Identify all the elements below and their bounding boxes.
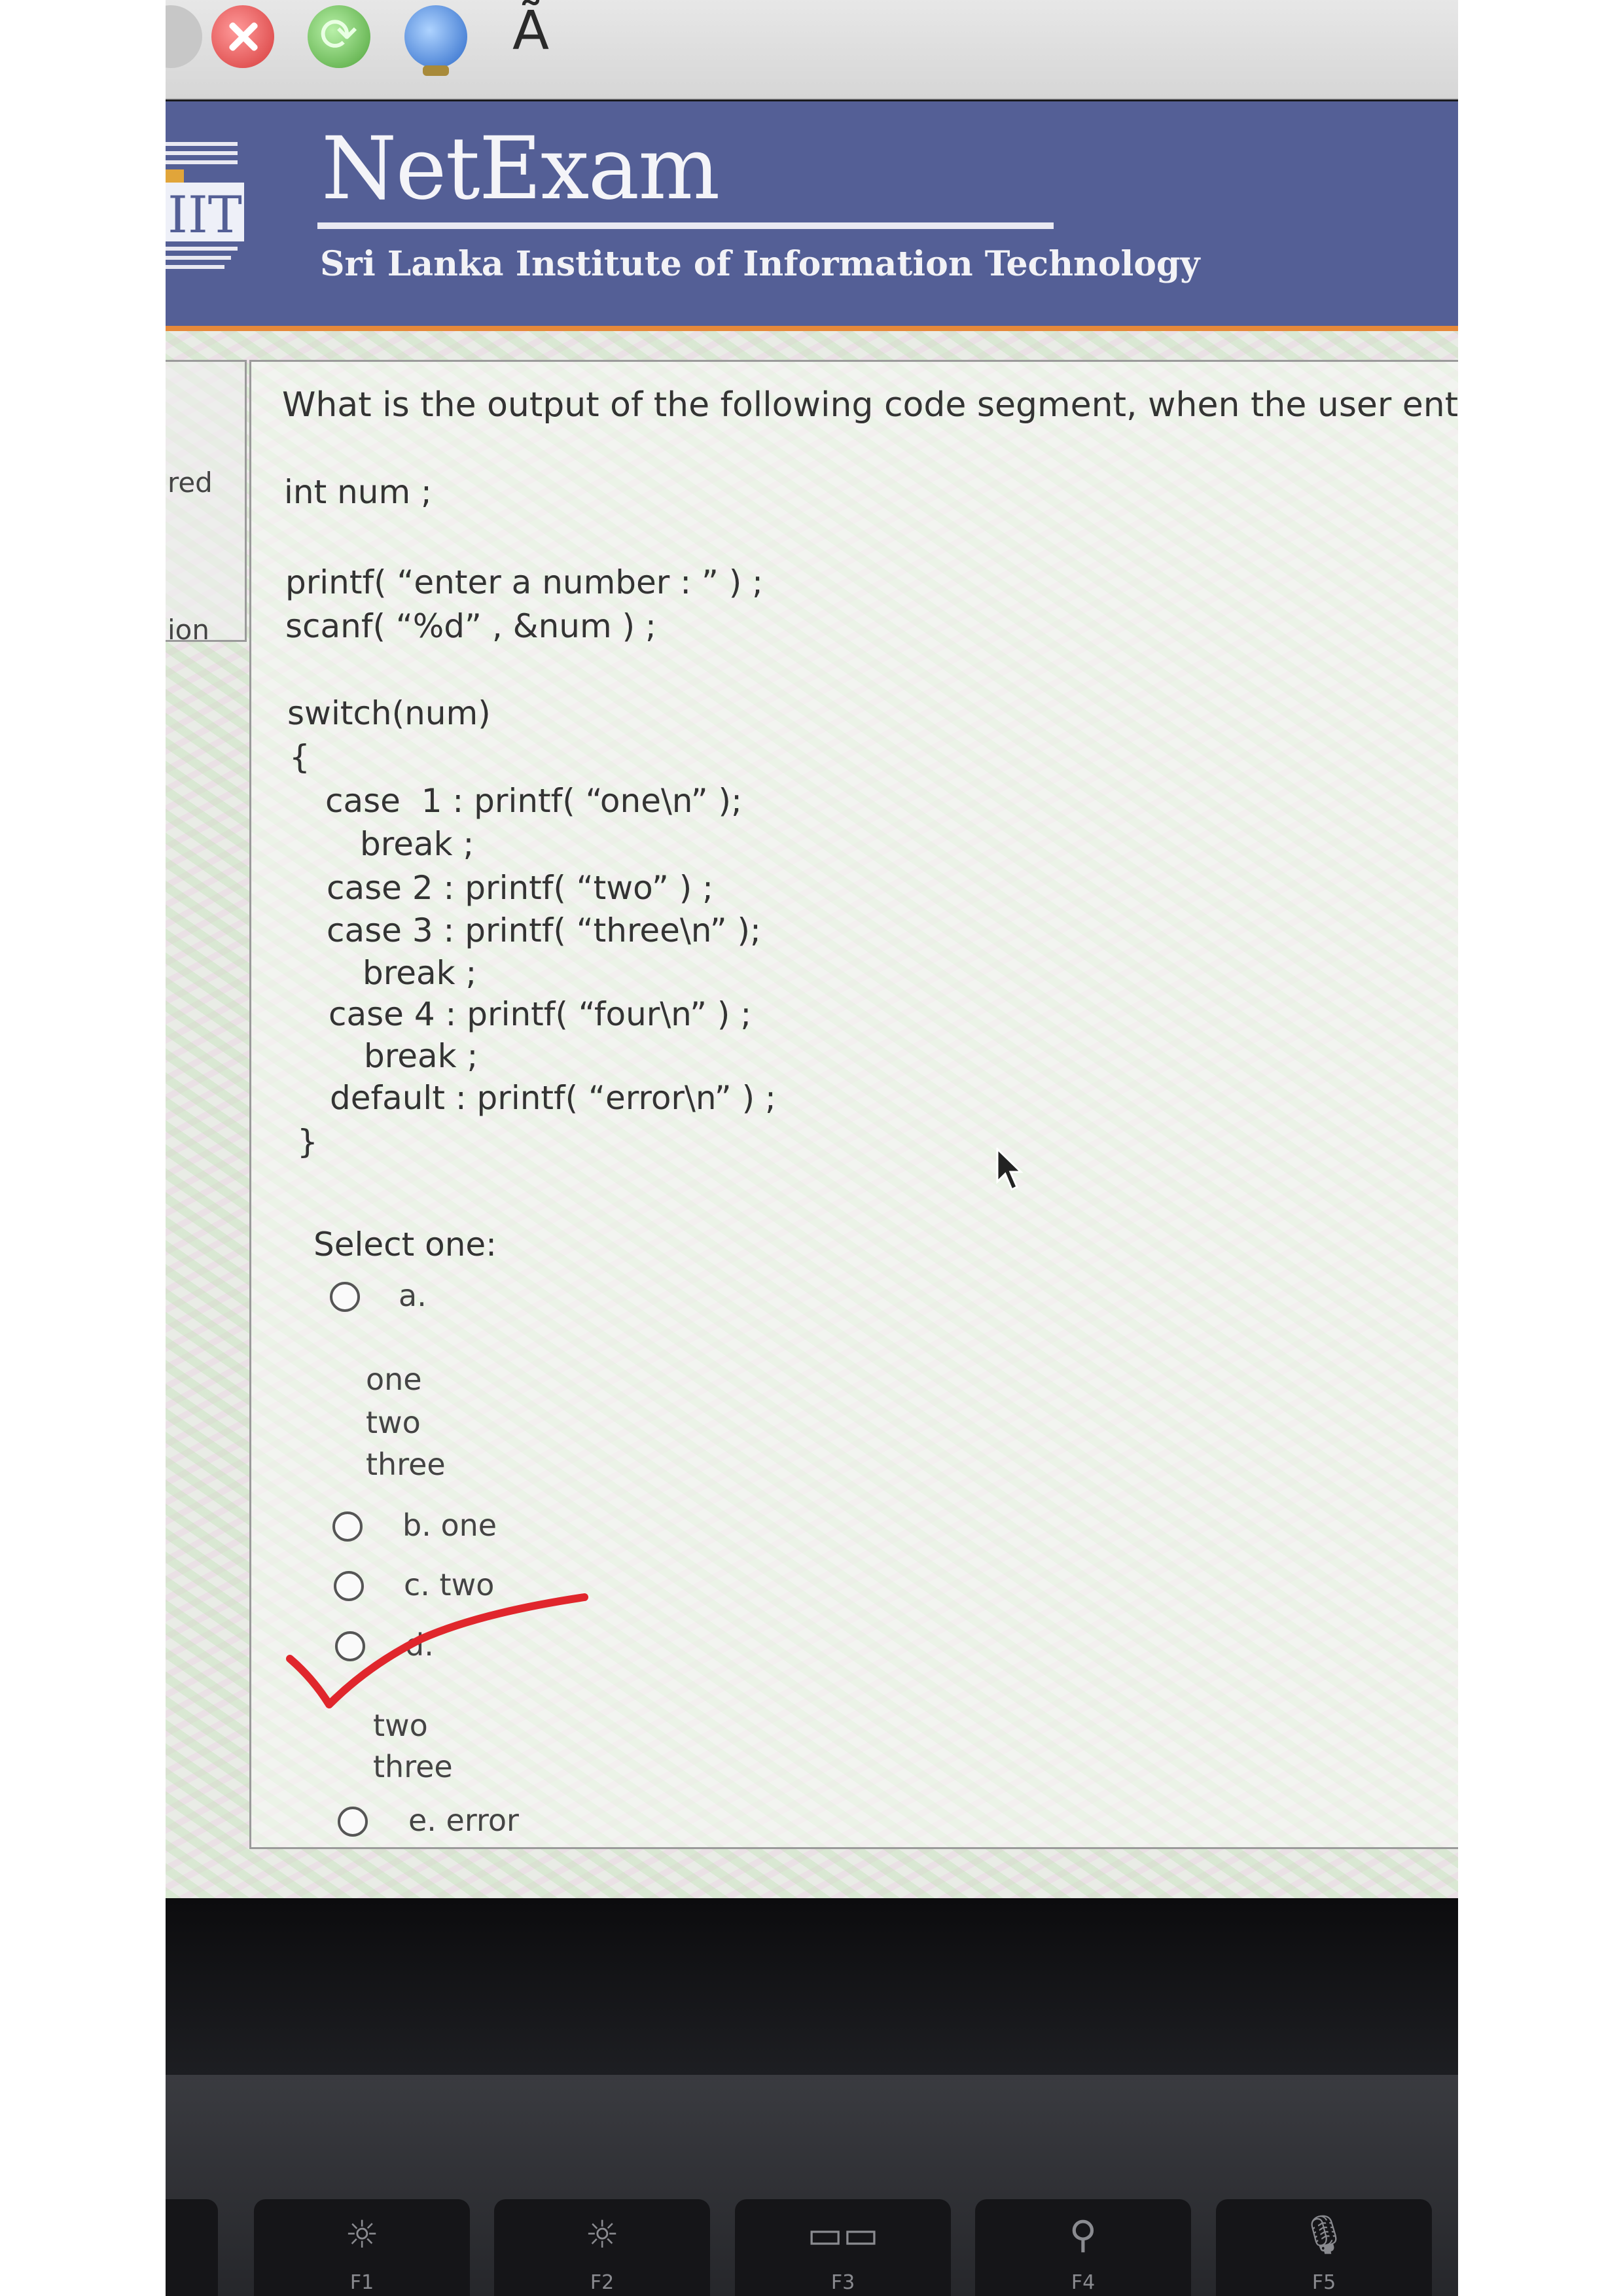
side-panel-text: red: [168, 467, 213, 499]
option-a-line: two: [366, 1405, 421, 1440]
f3-key[interactable]: ▭▭ F3: [735, 2199, 951, 2296]
question-text: What is the output of the following code…: [282, 385, 1458, 425]
screen-photo: Ã IIT NetExam Sri Lanka Institute of Inf…: [166, 0, 1458, 2296]
code-line: printf( “enter a number : ” ) ;: [285, 563, 764, 601]
app-subtitle: Sri Lanka Institute of Information Techn…: [320, 244, 1200, 284]
option-a-radio[interactable]: [330, 1282, 360, 1312]
option-a-line: three: [366, 1447, 446, 1482]
f1-key[interactable]: ☼ F1: [254, 2199, 470, 2296]
f5-key[interactable]: 🎙 F5: [1216, 2199, 1432, 2296]
globe-icon[interactable]: [404, 5, 467, 76]
select-one-label: Select one:: [313, 1226, 497, 1263]
code-line: case 1 : printf( “one\n” );: [325, 782, 742, 820]
code-line: case 3 : printf( “three\n” );: [327, 911, 761, 949]
option-e-radio[interactable]: [338, 1807, 368, 1837]
side-panel-text: ion: [168, 614, 209, 646]
red-checkmark-annotation: [286, 1593, 588, 1708]
brightness-up-icon: ☼: [585, 2212, 619, 2257]
title-divider: [317, 222, 1054, 229]
key-label: F5: [1311, 2271, 1336, 2294]
mouse-cursor-icon: [996, 1148, 1024, 1192]
checkmark-stroke: [286, 1593, 588, 1708]
refresh-icon[interactable]: [308, 5, 370, 68]
close-icon[interactable]: [211, 5, 274, 68]
code-line: switch(num): [287, 694, 491, 732]
esc-key[interactable]: [166, 2199, 218, 2296]
quiz-navigation-panel: red ion: [166, 360, 247, 646]
code-line: break ;: [360, 825, 474, 863]
app-title: NetExam: [321, 118, 720, 219]
netexam-header: IIT NetExam Sri Lanka Institute of Infor…: [166, 101, 1458, 331]
key-label: F2: [590, 2271, 615, 2294]
code-line: }: [297, 1123, 318, 1161]
code-line: scanf( “%d” , &num ) ;: [285, 607, 656, 645]
mission-control-icon: ▭▭: [807, 2212, 879, 2257]
browser-toolbar: Ã: [166, 0, 1458, 99]
laptop-keyboard: ☼ F1 ☼ F2 ▭▭ F3 ⚲ F4 🎙 F5: [166, 2075, 1458, 2296]
option-d-line: three: [373, 1749, 453, 1784]
logo-text: IIT: [168, 186, 242, 245]
laptop-bezel: [166, 1898, 1458, 2075]
option-a-label[interactable]: a.: [399, 1278, 427, 1313]
toolbar-glyph: Ã: [512, 0, 550, 62]
code-line: break ;: [363, 954, 477, 992]
sliit-logo: IIT: [166, 135, 251, 292]
option-a-line: one: [366, 1362, 422, 1397]
key-label: F1: [349, 2271, 374, 2294]
microphone-icon: 🎙: [1300, 2212, 1348, 2257]
option-e-label[interactable]: e. error: [408, 1803, 519, 1838]
brightness-down-icon: ☼: [345, 2212, 379, 2257]
code-line: {: [289, 738, 310, 776]
code-line: case 2 : printf( “two” ) ;: [327, 869, 714, 907]
toolbar-partial-icon[interactable]: [166, 5, 202, 68]
option-b-label[interactable]: b. one: [402, 1508, 497, 1543]
search-icon: ⚲: [1069, 2212, 1097, 2257]
f4-key[interactable]: ⚲ F4: [975, 2199, 1191, 2296]
f2-key[interactable]: ☼ F2: [494, 2199, 710, 2296]
code-line: break ;: [364, 1037, 478, 1075]
code-line: int num ;: [284, 473, 432, 511]
code-line: case 4 : printf( “four\n” ) ;: [329, 995, 752, 1033]
option-b-radio[interactable]: [332, 1511, 363, 1542]
code-line: default : printf( “error\n” ) ;: [330, 1079, 776, 1117]
key-label: F3: [830, 2271, 855, 2294]
key-label: F4: [1071, 2271, 1096, 2294]
